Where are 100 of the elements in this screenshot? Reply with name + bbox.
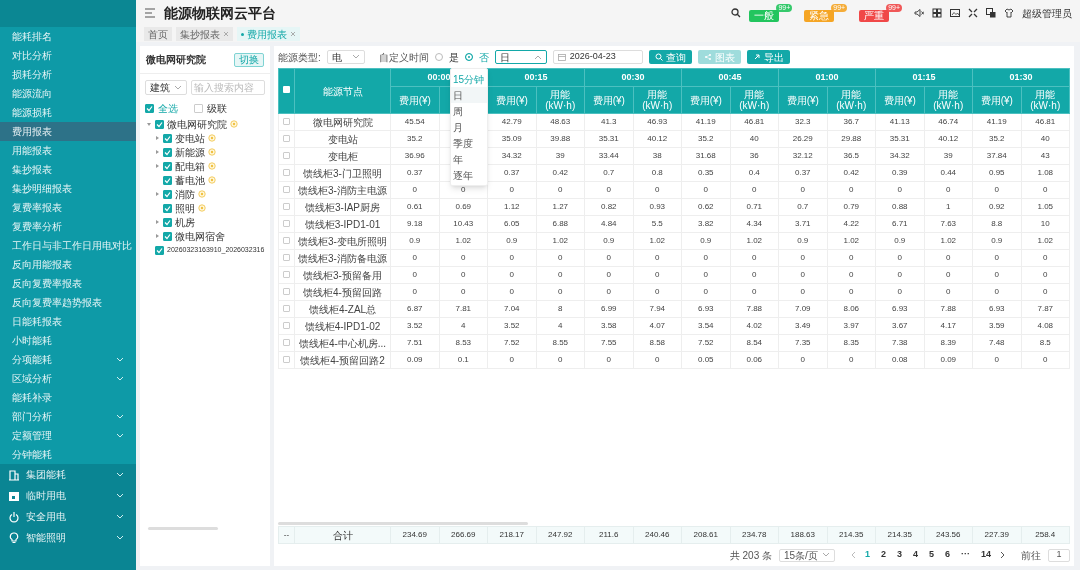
- shirt-icon[interactable]: [1004, 8, 1014, 18]
- caret-icon[interactable]: [154, 135, 160, 141]
- select-all-checkbox[interactable]: [283, 86, 290, 93]
- dropdown-option[interactable]: 季度: [451, 135, 487, 151]
- tab[interactable]: 集抄报表: [176, 27, 233, 41]
- page-number[interactable]: ···: [959, 548, 972, 562]
- close-icon[interactable]: [223, 31, 229, 37]
- sidebar-item[interactable]: 集抄报表: [0, 160, 136, 179]
- page-number[interactable]: 5: [926, 548, 936, 562]
- row-checkbox[interactable]: [283, 305, 290, 313]
- sidebar-item[interactable]: 分钟能耗: [0, 445, 136, 464]
- user-name[interactable]: 超级管理员: [1022, 5, 1072, 21]
- sidebar-item[interactable]: 费用报表: [0, 122, 136, 141]
- tree-node[interactable]: 变电站: [175, 130, 205, 146]
- search-icon[interactable]: [731, 8, 742, 18]
- tree-node[interactable]: 配电箱: [175, 158, 205, 174]
- energy-type-select[interactable]: 电: [326, 50, 365, 64]
- caret-icon[interactable]: [154, 233, 160, 239]
- tree-node[interactable]: 微电网研究院: [167, 116, 227, 132]
- close-icon[interactable]: [290, 31, 296, 37]
- date-field[interactable]: 2026-04-23: [552, 50, 643, 64]
- previous-icon[interactable]: [849, 551, 856, 559]
- sidebar-item[interactable]: 分项能耗: [0, 350, 136, 369]
- switch-button[interactable]: 切换: [234, 52, 264, 67]
- radio-button[interactable]: [434, 53, 443, 61]
- page-number[interactable]: 14: [979, 548, 993, 562]
- tree-checkbox[interactable]: [163, 147, 172, 157]
- row-checkbox[interactable]: [283, 186, 290, 194]
- page-input[interactable]: 1: [1048, 548, 1070, 562]
- sidebar-item[interactable]: 反向用能报表: [0, 255, 136, 274]
- caret-icon[interactable]: [154, 191, 160, 197]
- row-checkbox[interactable]: [283, 339, 290, 347]
- tree-checkbox[interactable]: [155, 119, 164, 129]
- tree-checkbox[interactable]: [163, 175, 172, 185]
- sidebar-item[interactable]: 反向复费率趋势报表: [0, 293, 136, 312]
- sidebar-item[interactable]: 部门分析: [0, 407, 136, 426]
- tree-node[interactable]: 照明: [175, 200, 195, 216]
- sidebar-item[interactable]: 能源流向: [0, 84, 136, 103]
- row-checkbox[interactable]: [283, 288, 290, 296]
- tree-checkbox[interactable]: [163, 189, 172, 199]
- sidebar-item[interactable]: 集抄明细报表: [0, 179, 136, 198]
- sidebar-item[interactable]: 损耗分析: [0, 65, 136, 84]
- image-icon[interactable]: [950, 8, 960, 18]
- sidebar-item[interactable]: 定额管理: [0, 426, 136, 445]
- caret-icon[interactable]: [154, 163, 160, 169]
- alarm-badge[interactable]: 一般: [749, 10, 780, 22]
- sidebar-item[interactable]: 复费率分析: [0, 217, 136, 236]
- building-select[interactable]: 建筑: [145, 80, 187, 95]
- dropdown-option[interactable]: 周: [451, 103, 487, 119]
- sidebar-item[interactable]: 临时用电: [0, 485, 136, 506]
- menu-icon[interactable]: [144, 8, 156, 18]
- tree-checkbox[interactable]: [163, 217, 172, 227]
- scrollbar[interactable]: [148, 527, 218, 530]
- tree-node[interactable]: 消防: [175, 186, 195, 202]
- tree-node[interactable]: 微电网宿舍: [175, 228, 225, 244]
- sidebar-item[interactable]: 安全用电: [0, 506, 136, 527]
- page-number[interactable]: 1: [862, 548, 872, 562]
- row-checkbox[interactable]: [283, 356, 290, 364]
- page-number[interactable]: 4: [910, 548, 920, 562]
- alarm-badge[interactable]: 严重: [859, 10, 890, 22]
- sidebar-item[interactable]: 用能报表: [0, 141, 136, 160]
- caret-icon[interactable]: [154, 219, 160, 225]
- row-checkbox[interactable]: [283, 254, 290, 262]
- row-checkbox[interactable]: [283, 271, 290, 279]
- sidebar-item[interactable]: 能耗补录: [0, 388, 136, 407]
- checkbox[interactable]: [145, 104, 154, 113]
- page-number[interactable]: 2: [878, 548, 888, 562]
- sidebar-item[interactable]: 工作日与非工作日用电对比: [0, 236, 136, 255]
- translate-icon[interactable]: [986, 8, 996, 18]
- search-field[interactable]: 输入搜索内容: [191, 80, 265, 95]
- radio-button[interactable]: [464, 53, 473, 61]
- period-select[interactable]: 日: [494, 50, 547, 64]
- tree-node[interactable]: 机房: [175, 214, 195, 230]
- sidebar-item[interactable]: 区域分析: [0, 369, 136, 388]
- page-number[interactable]: 6: [942, 548, 952, 562]
- sidebar-item[interactable]: 小时能耗: [0, 331, 136, 350]
- caret-icon[interactable]: [154, 149, 160, 155]
- action-button[interactable]: 导出: [746, 50, 790, 64]
- dropdown-option[interactable]: 月: [451, 119, 487, 135]
- dropdown-option[interactable]: 15分钟: [451, 71, 487, 87]
- tree-checkbox[interactable]: [163, 133, 172, 143]
- sidebar-item[interactable]: 日能耗报表: [0, 312, 136, 331]
- sidebar-item[interactable]: 能源损耗: [0, 103, 136, 122]
- dropdown-option[interactable]: 日: [451, 87, 487, 103]
- tree-node[interactable]: 新能源: [175, 144, 205, 160]
- row-checkbox[interactable]: [283, 118, 290, 126]
- tab[interactable]: 费用报表: [237, 27, 300, 41]
- checkbox[interactable]: [194, 104, 203, 113]
- action-button[interactable]: 查询: [648, 50, 692, 64]
- sidebar-item[interactable]: 反向复费率报表: [0, 274, 136, 293]
- page-number[interactable]: 3: [894, 548, 904, 562]
- row-checkbox[interactable]: [283, 237, 290, 245]
- sidebar-item[interactable]: 智能照明: [0, 527, 136, 548]
- tree-node[interactable]: 蓄电池: [175, 172, 205, 188]
- caret-icon[interactable]: [146, 121, 152, 127]
- next-icon[interactable]: [1000, 551, 1006, 559]
- tree-checkbox[interactable]: [163, 203, 172, 213]
- fullscreen-icon[interactable]: [968, 8, 978, 18]
- row-checkbox[interactable]: [283, 203, 290, 211]
- row-checkbox[interactable]: [283, 135, 290, 143]
